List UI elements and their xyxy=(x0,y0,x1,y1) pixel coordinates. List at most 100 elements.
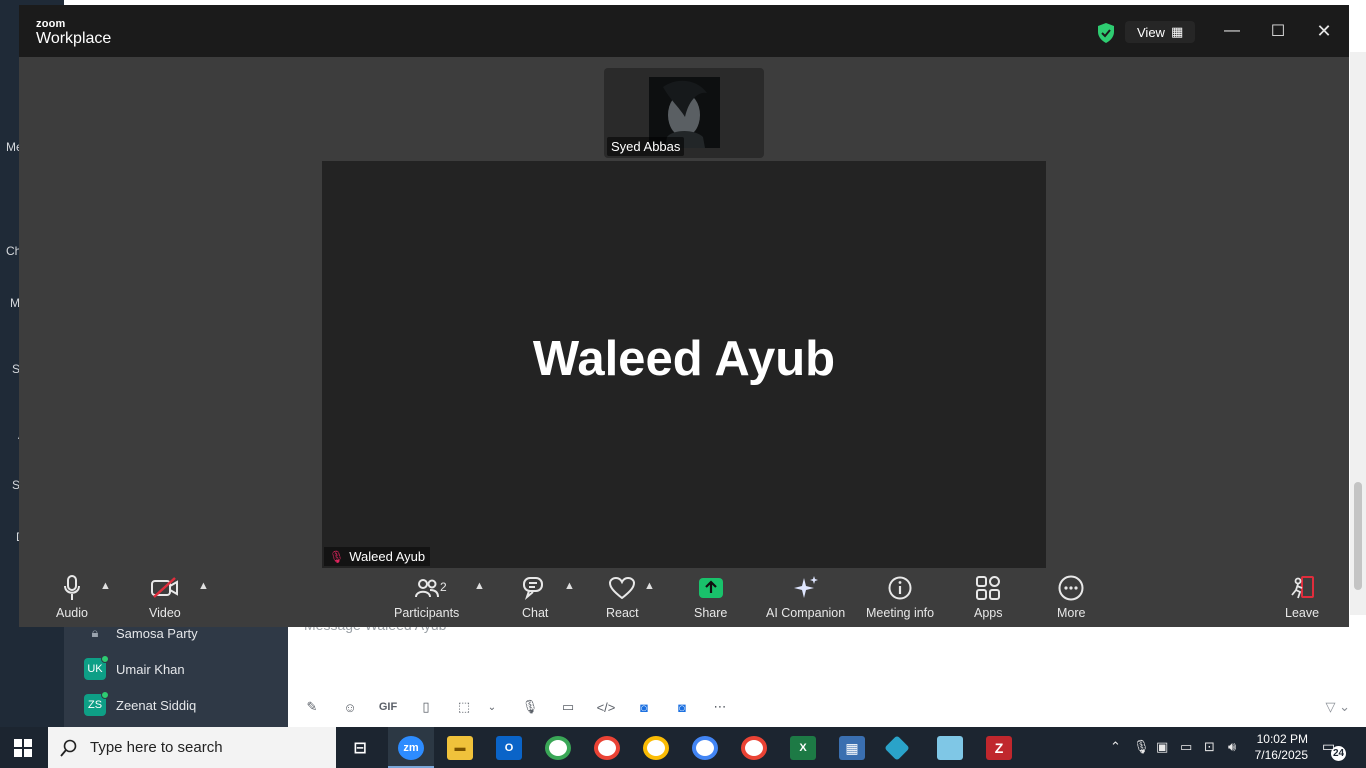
video-options-caret[interactable]: ▲ xyxy=(198,580,209,592)
share-button[interactable]: Share xyxy=(694,574,727,620)
audio-options-caret[interactable]: ▲ xyxy=(100,580,111,592)
active-speaker-tile[interactable]: Waleed Ayub 🎙︎ Waleed Ayub xyxy=(322,161,1046,568)
lock-icon: 🔒︎ xyxy=(91,625,99,640)
react-button[interactable]: React xyxy=(606,574,639,620)
encryption-shield-icon[interactable] xyxy=(1097,23,1115,43)
apps-icon xyxy=(976,574,1001,602)
chrome-profile-icon[interactable] xyxy=(692,736,718,760)
notes-app-icon[interactable] xyxy=(937,736,963,760)
meeting-info-button[interactable]: Meeting info xyxy=(866,574,934,620)
leave-door-icon xyxy=(1289,574,1315,602)
participants-count: 2 xyxy=(440,580,447,594)
filezilla-icon[interactable]: Z xyxy=(986,736,1012,760)
participants-options-caret[interactable]: ▲ xyxy=(474,580,485,592)
share-screen-icon xyxy=(698,574,723,602)
speaker-display-name: Waleed Ayub xyxy=(532,332,836,386)
notification-count-badge: 24 xyxy=(1331,746,1346,761)
participants-button[interactable]: Participants xyxy=(394,574,459,620)
zoom-app-icon[interactable]: zm xyxy=(398,736,424,760)
maximize-button[interactable]: ☐ xyxy=(1266,19,1290,43)
list-item[interactable]: ZS Zeenat Siddiq xyxy=(84,691,197,717)
format-icon[interactable]: ✎ xyxy=(302,699,322,715)
apps-button[interactable]: Apps xyxy=(974,574,1003,620)
more-icon xyxy=(1058,574,1084,602)
participant-thumbnail[interactable]: Syed Abbas xyxy=(604,68,764,158)
chat-button[interactable]: Chat xyxy=(522,574,548,620)
taskbar-search[interactable]: Type here to search xyxy=(48,727,336,768)
more-button[interactable]: More xyxy=(1057,574,1085,620)
list-item[interactable]: UK Umair Khan xyxy=(84,655,185,681)
online-status-dot xyxy=(101,655,109,663)
send-options-icon[interactable]: ▽ ⌄ xyxy=(1325,699,1350,715)
heart-icon xyxy=(609,574,636,602)
close-button[interactable]: ✕ xyxy=(1312,19,1336,43)
chat-options-caret[interactable]: ▲ xyxy=(564,580,575,592)
app-icon[interactable]: ◙ xyxy=(634,700,654,715)
screenshot-icon[interactable]: ⬚ xyxy=(454,699,474,715)
chrome-profile-icon[interactable] xyxy=(741,736,767,760)
chrome-profile-icon[interactable] xyxy=(643,736,669,760)
participant-name: Syed Abbas xyxy=(607,137,685,156)
app2-icon[interactable]: ◙ xyxy=(672,700,692,715)
clock-date: 7/16/2025 xyxy=(1254,748,1308,762)
calculator-icon[interactable]: ▦ xyxy=(839,736,865,760)
list-item-label: Samosa Party xyxy=(116,625,198,641)
ai-companion-button[interactable]: AI Companion xyxy=(766,574,845,620)
chrome-profile-icon[interactable] xyxy=(594,736,620,760)
screen-tray-icon[interactable]: ▣ xyxy=(1156,739,1168,755)
sparkle-icon xyxy=(793,574,819,602)
file-icon[interactable]: ▯ xyxy=(416,699,436,715)
microphone-tray-icon[interactable]: 🎙︎ xyxy=(1133,739,1150,755)
mic-icon xyxy=(63,574,81,602)
task-view-icon[interactable]: ⊟ xyxy=(347,736,373,760)
avatar: ZS xyxy=(84,691,109,716)
chrome-icon[interactable] xyxy=(545,736,571,760)
avatar: UK xyxy=(84,655,109,680)
message-compose-area: Message Waleed Ayub ✎ ☺ GIF ▯ ⬚ ⌄ 🎙︎ ▭ <… xyxy=(288,615,1366,727)
notification-center-icon[interactable]: ▭ 24 xyxy=(1322,738,1346,761)
excel-icon[interactable]: X xyxy=(790,736,816,760)
scrollbar[interactable] xyxy=(1350,52,1366,615)
emoji-icon[interactable]: ☺ xyxy=(340,700,360,715)
leave-button[interactable]: Leave xyxy=(1285,574,1319,620)
clock-time: 10:02 PM xyxy=(1256,732,1308,746)
info-icon xyxy=(888,574,912,602)
background-conversation-list: 🔒︎ Samosa Party UK Umair Khan ZS Zeenat … xyxy=(64,615,288,727)
search-icon xyxy=(60,739,77,757)
speaker-name-label: 🎙︎ Waleed Ayub xyxy=(324,547,431,566)
windows-taskbar: Type here to search ⊟ zm ▬ O X ▦ Z ⌃ 🎙︎ … xyxy=(0,727,1366,768)
video-off-icon xyxy=(150,574,179,602)
muted-mic-icon: 🎙︎ xyxy=(329,549,345,564)
minimize-button[interactable]: — xyxy=(1220,19,1244,43)
list-item-label: Zeenat Siddiq xyxy=(116,697,197,713)
volume-icon[interactable]: 🔊︎ xyxy=(1228,739,1236,755)
list-item-label: Umair Khan xyxy=(116,661,185,677)
outlook-icon[interactable]: O xyxy=(496,736,522,760)
compose-toolbar: ✎ ☺ GIF ▯ ⬚ ⌄ 🎙︎ ▭ </> ◙ ◙ ⋯ xyxy=(302,699,730,715)
chevron-down-icon[interactable]: ⌄ xyxy=(482,702,502,713)
react-options-caret[interactable]: ▲ xyxy=(644,580,655,592)
video-clip-icon[interactable]: ▭ xyxy=(558,699,578,715)
windows-start-icon[interactable] xyxy=(14,739,32,757)
network-icon[interactable]: ⊡ xyxy=(1204,739,1215,755)
grid-icon: ▦ xyxy=(1170,24,1184,39)
title-bar: zoom Workplace View ▦ — ☐ ✕ xyxy=(19,5,1349,57)
zoom-meeting-window: zoom Workplace View ▦ — ☐ ✕ Syed Abbas W… xyxy=(19,5,1349,627)
search-input[interactable]: Type here to search xyxy=(90,739,223,756)
view-button[interactable]: View ▦ xyxy=(1125,21,1196,43)
gif-button[interactable]: GIF xyxy=(378,701,398,713)
audio-button[interactable]: Audio xyxy=(56,574,88,620)
mic-icon[interactable]: 🎙︎ xyxy=(520,699,540,715)
participants-icon xyxy=(414,574,439,602)
app-diamond-icon[interactable] xyxy=(884,735,910,761)
online-status-dot xyxy=(101,691,109,699)
zoom-logo: zoom Workplace xyxy=(36,18,112,48)
file-explorer-icon[interactable]: ▬ xyxy=(447,736,473,760)
video-button[interactable]: Video xyxy=(149,574,181,620)
battery-icon[interactable]: ▭ xyxy=(1180,739,1192,755)
code-icon[interactable]: </> xyxy=(596,700,616,715)
more-icon[interactable]: ⋯ xyxy=(710,699,730,715)
show-hidden-icons-chevron[interactable]: ⌃ xyxy=(1110,739,1121,755)
taskbar-clock[interactable]: 10:02 PM 7/16/2025 xyxy=(1252,731,1308,763)
scrollbar-thumb[interactable] xyxy=(1354,482,1362,590)
